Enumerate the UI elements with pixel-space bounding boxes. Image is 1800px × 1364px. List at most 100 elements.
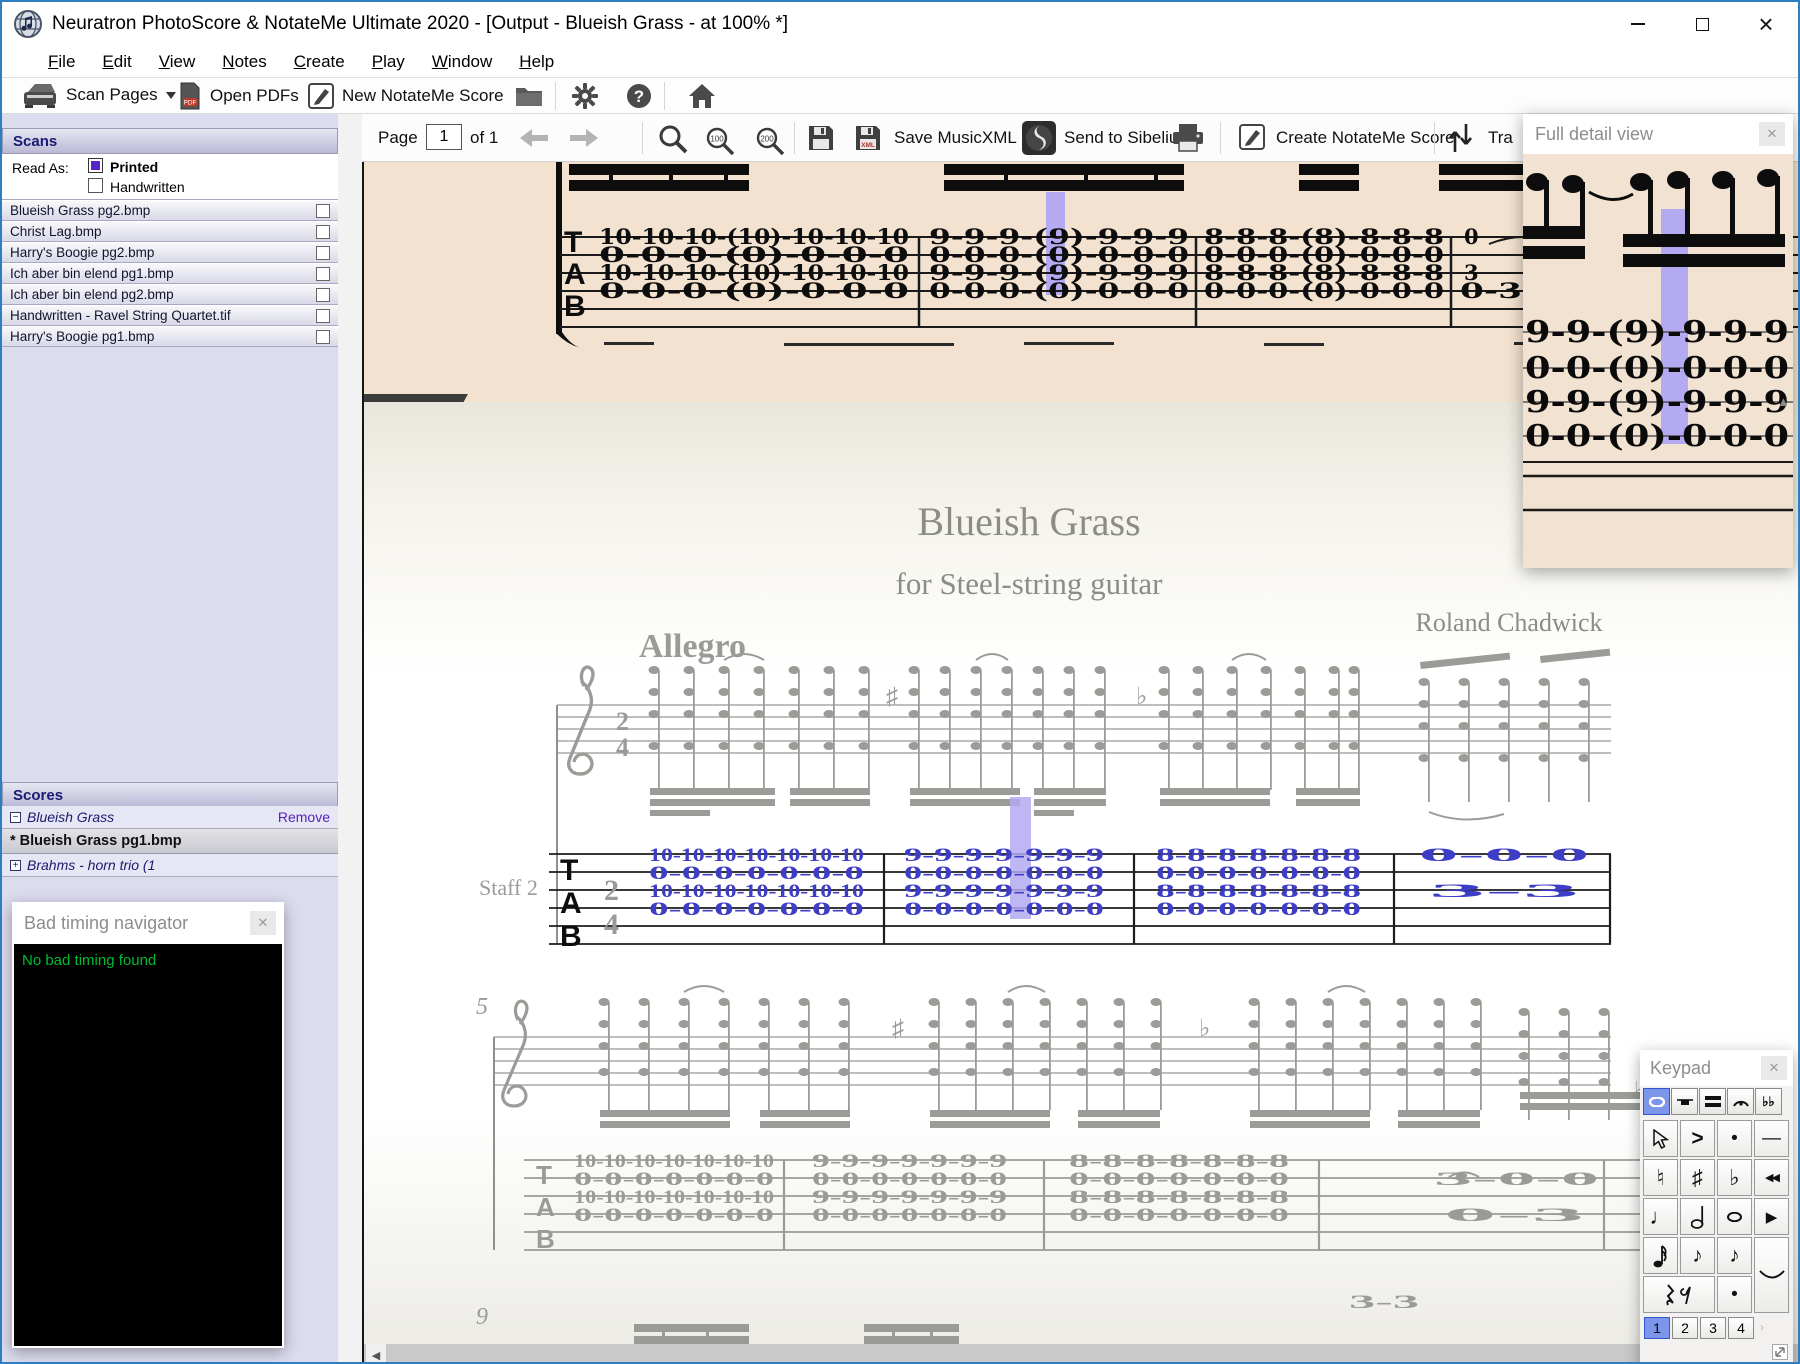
tab-measure-1[interactable]: 10-10-10-10-10-10-10 0-0-0-0-0-0-0 10-10… [649, 845, 864, 920]
menu-window[interactable]: Window [432, 47, 492, 77]
tab-number-row[interactable]: 0-0-0-0-0-0-0 [649, 899, 864, 920]
maximize-button[interactable] [1674, 2, 1730, 46]
scan-file-row[interactable]: Harry's Boogie pg2.bmp [2, 242, 338, 263]
tenuto-key[interactable]: — [1754, 1120, 1789, 1157]
save-musicxml-label[interactable]: Save MusicXML [894, 128, 1017, 148]
scan-file-row[interactable]: Ich aber bin elend pg2.bmp [2, 284, 338, 305]
home-button[interactable] [688, 82, 716, 115]
tab-measure-2[interactable]: 9-9-9-9-9-9-9 0-0-0-0-0-0-0 9-9-9-9-9-9-… [904, 845, 1104, 920]
bad-timing-titlebar[interactable]: Bad timing navigator ✕ [12, 902, 284, 944]
scan-file-row[interactable]: Ich aber bin elend pg1.bmp [2, 263, 338, 284]
close-icon[interactable]: ✕ [1761, 1056, 1787, 1080]
menu-play[interactable]: Play [372, 47, 405, 77]
scan-file-row[interactable]: Christ Lag.bmp [2, 221, 338, 242]
collapse-icon[interactable]: − [10, 811, 21, 823]
tab-number-row[interactable]: 0-0-0-(0)-0-0-0 [1204, 278, 1444, 303]
score-item-row[interactable]: − Blueish Grass Remove [2, 806, 338, 829]
scan-file-checkbox[interactable] [316, 329, 330, 344]
tab-measure[interactable]: 8-8-8-8-8-8-8 0-0-0-0-0-0-0 8-8-8-8-8-8-… [1069, 1151, 1289, 1226]
notes-measure[interactable] [598, 985, 851, 1128]
tab-number-row[interactable]: 0-0-(0)-0-0-0 [1525, 351, 1789, 386]
tab-number-row[interactable]: 0-3 [1444, 1205, 1584, 1226]
close-button[interactable]: × [1738, 2, 1794, 46]
tab-number-row[interactable]: 0-0-0 [1419, 845, 1589, 866]
save-musicxml-icon[interactable]: XML [854, 124, 882, 152]
menu-file[interactable]: File [48, 47, 75, 77]
tab-measure-3[interactable]: 8-8-8-8-8-8-8 0-0-0-0-0-0-0 8-8-8-8-8-8-… [1156, 845, 1361, 920]
scroll-right-arrow[interactable]: › [1760, 1320, 1764, 1334]
open-pdfs-button[interactable]: PDF Open PDFs [178, 82, 299, 110]
eighth-note-key-2[interactable]: ♪ [1717, 1237, 1752, 1274]
tab-number-row[interactable]: 0-0-0-(0)-0-0-0 [929, 278, 1189, 303]
system-2[interactable]: 5 ♯ ♭ T A B 10-10-10-10-10-10-10 0-0-0-0… [444, 972, 1744, 1364]
tab-measure[interactable]: 10-10-10-10-10-10-10 0-0-0-0-0-0-0 10-10… [574, 1151, 774, 1226]
quarter-note-key[interactable]: ♩ [1643, 1198, 1678, 1235]
tab-number-row[interactable]: 0-0-(0)-0-0-0 [1525, 419, 1789, 454]
scan-file-checkbox[interactable] [316, 203, 330, 218]
cursor-key[interactable] [1643, 1120, 1678, 1157]
keypad-page-2[interactable]: 2 [1672, 1317, 1698, 1339]
keypad-tab-beams[interactable] [1699, 1088, 1726, 1115]
keypad-tab-notes[interactable] [1643, 1088, 1670, 1115]
keypad-page-4[interactable]: 4 [1728, 1317, 1754, 1339]
scan-file-row[interactable]: Blueish Grass pg2.bmp [2, 200, 338, 221]
next-page-icon[interactable] [568, 127, 600, 149]
sibelius-icon[interactable] [1022, 121, 1056, 155]
expand-icon[interactable]: + [10, 859, 21, 871]
previous-page-icon[interactable] [518, 127, 550, 149]
scan-file-checkbox[interactable] [316, 266, 330, 281]
remove-link[interactable]: Remove [278, 809, 330, 825]
close-icon[interactable]: ✕ [250, 911, 276, 935]
resize-handle-icon[interactable] [1772, 1344, 1788, 1360]
zoom-200-icon[interactable]: 200 [754, 125, 786, 157]
tab-number-row[interactable]: 0-3 [1460, 278, 1522, 303]
natural-key[interactable]: ♮ [1643, 1159, 1678, 1196]
staccato-key[interactable]: • [1717, 1120, 1752, 1157]
rests-key[interactable] [1643, 1276, 1715, 1313]
eighth-note-key[interactable]: ♪ [1680, 1237, 1715, 1274]
help-button[interactable]: ? [626, 83, 652, 114]
scan-file-row[interactable]: Harry's Boogie pg1.bmp [2, 326, 338, 347]
keypad-tab-rests[interactable] [1671, 1088, 1698, 1115]
notes-measure-1[interactable] [648, 653, 871, 816]
half-note-key[interactable] [1680, 1198, 1715, 1235]
rewind-key[interactable]: ◀◀ [1754, 1159, 1789, 1196]
scan-pages-dropdown-icon[interactable] [165, 91, 176, 99]
horizontal-scrollbar[interactable]: ◀ [364, 1344, 1798, 1362]
scan-file-checkbox[interactable] [316, 224, 330, 239]
tie-key[interactable] [1754, 1237, 1789, 1313]
menu-view[interactable]: View [159, 47, 196, 77]
tab-measure-4[interactable]: 0-0-0 3-3 [1419, 845, 1589, 902]
transpose-label[interactable]: Tra [1488, 128, 1513, 148]
tab-number-row[interactable]: 3-3 [1429, 881, 1579, 902]
tab-number-row[interactable]: 9-9-(9)-9-9-9 [1525, 385, 1789, 420]
send-to-sibelius-label[interactable]: Send to Sibelius [1064, 128, 1187, 148]
tab-number-row[interactable]: 0-0-0-0-0-0-0 [1069, 1205, 1289, 1226]
score-item-row[interactable]: + Brahms - horn trio (1 [2, 854, 338, 877]
keypad-page-3[interactable]: 3 [1700, 1317, 1726, 1339]
scan-file-row[interactable]: Handwritten - Ravel String Quartet.tif [2, 305, 338, 326]
scan-pages-button[interactable]: Scan Pages [22, 82, 176, 108]
keypad-page-1[interactable]: 1 [1644, 1317, 1670, 1339]
scan-file-checkbox[interactable] [316, 287, 330, 302]
scan-measure[interactable]: 10-10-10-(10)-10-10-10 0-0-0-(0)-0-0-0 1… [599, 224, 909, 303]
handwritten-checkbox[interactable] [88, 178, 103, 193]
tab-number-row[interactable]: 0-0-0-0-0-0-0 [1156, 899, 1361, 920]
flat-key[interactable]: ♭ [1717, 1159, 1752, 1196]
accent-key[interactable]: > [1680, 1120, 1715, 1157]
page-number-input[interactable] [426, 124, 462, 150]
notes-measure[interactable]: ♭ [1199, 985, 1482, 1128]
tab-number-row[interactable]: 3-3 [1349, 1292, 1419, 1313]
notes-measure-3[interactable]: ♭ [1136, 653, 1360, 806]
new-notateme-score-button[interactable]: New NotateMe Score [308, 83, 504, 109]
sixteenth-note-key[interactable] [1643, 1237, 1678, 1274]
create-notateme-icon[interactable] [1238, 124, 1266, 150]
scroll-left-arrow[interactable]: ◀ [366, 1344, 386, 1362]
notes-measure-4[interactable] [1418, 648, 1611, 821]
tab-number-row[interactable]: 0-0-0-0-0-0-0 [904, 899, 1104, 920]
transpose-icon[interactable] [1448, 124, 1474, 152]
notes-measure-2[interactable]: ♯ [886, 653, 1106, 816]
keypad-tab-articulations[interactable] [1727, 1088, 1754, 1115]
tab-measure[interactable]: 9-9-9-9-9-9-9 0-0-0-0-0-0-0 9-9-9-9-9-9-… [812, 1151, 1007, 1226]
score-page-row-selected[interactable]: * Blueish Grass pg1.bmp [2, 829, 338, 854]
